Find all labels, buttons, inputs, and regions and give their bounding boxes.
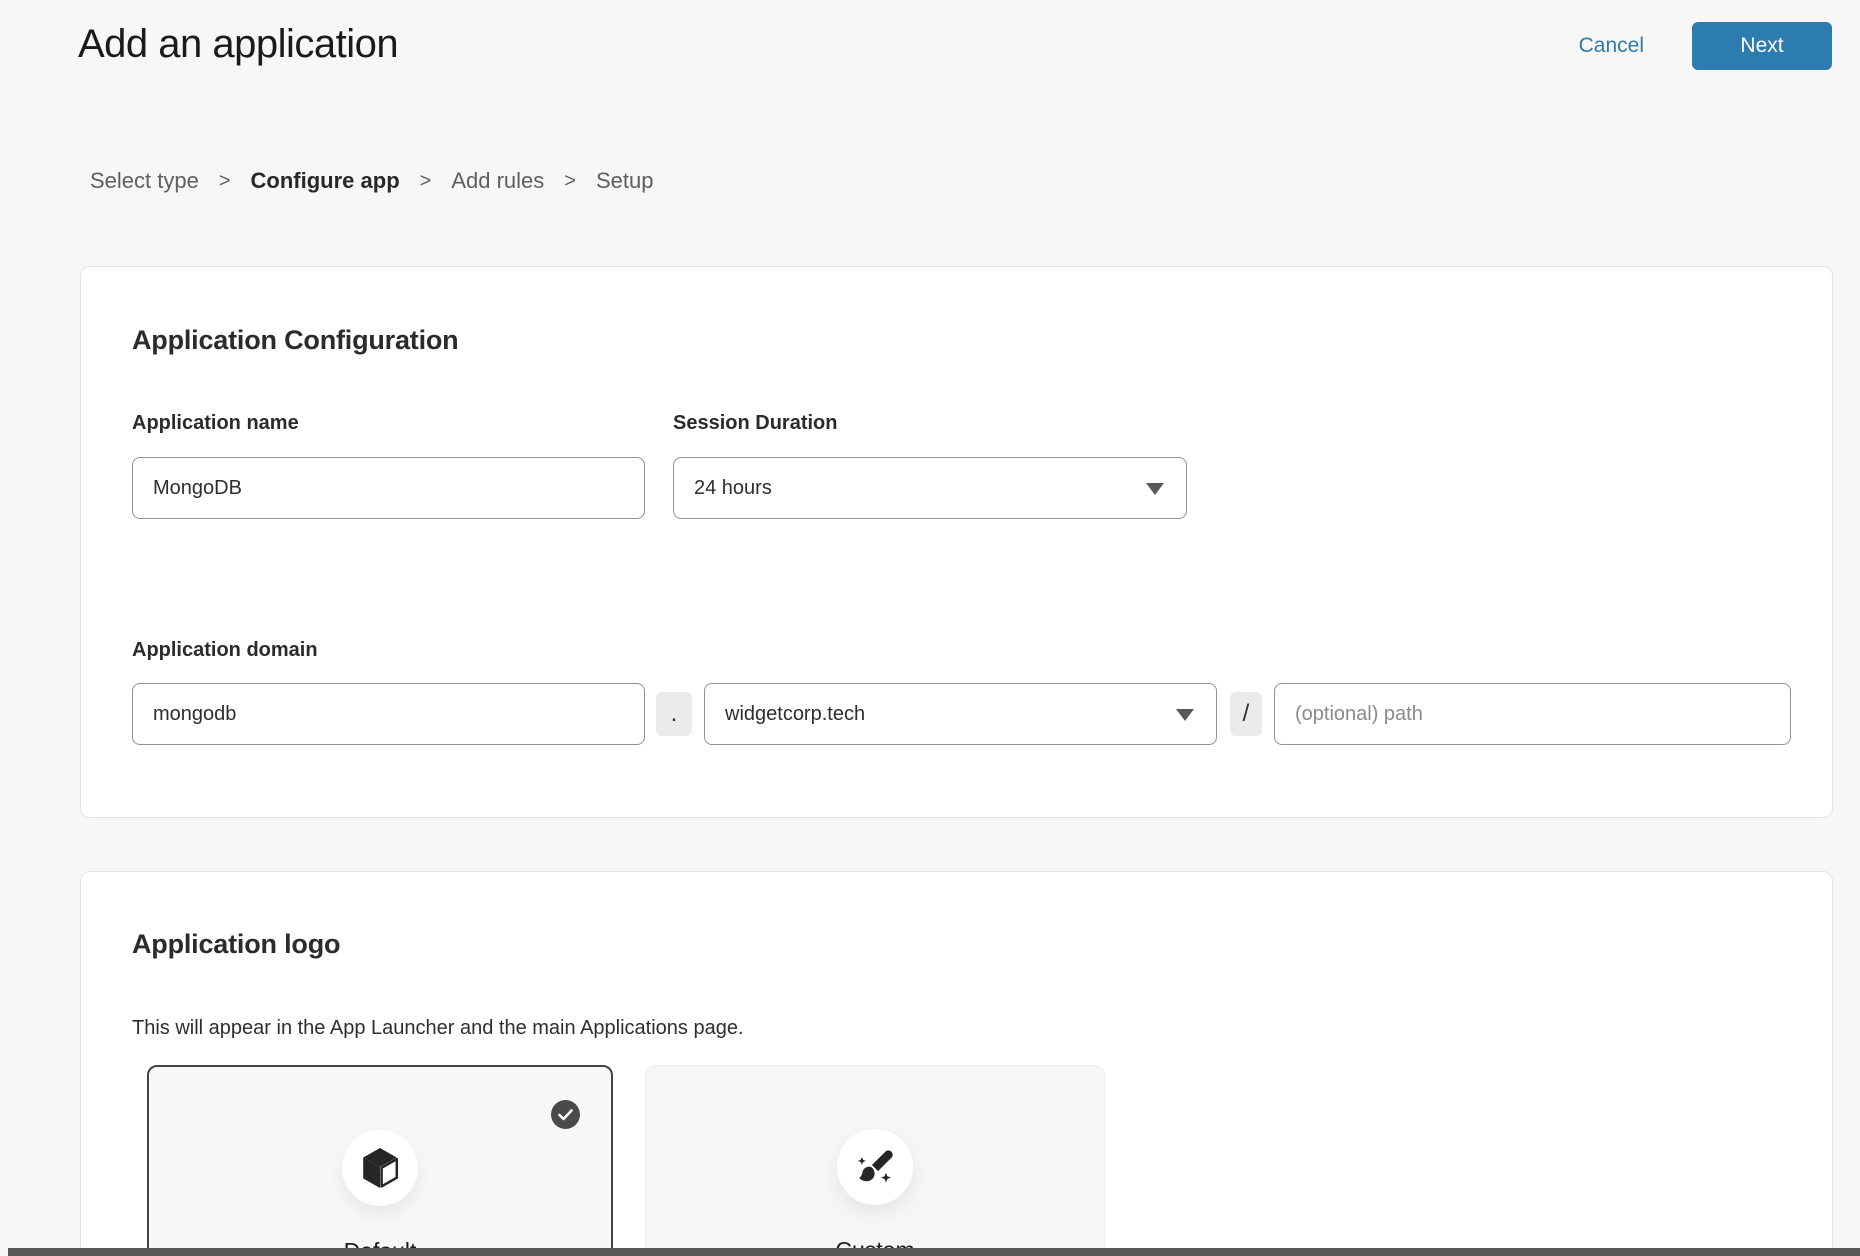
logo-card-description: This will appear in the App Launcher and… [132, 1017, 744, 1040]
dot-separator: . [656, 692, 692, 736]
cancel-button[interactable]: Cancel [1579, 34, 1644, 58]
logo-option-default[interactable]: Default [147, 1065, 613, 1256]
cube-icon [361, 1147, 399, 1189]
slash-separator: / [1230, 692, 1262, 736]
custom-logo-circle [837, 1129, 913, 1205]
page-title: Add an application [78, 22, 398, 67]
breadcrumb-step-add-rules[interactable]: Add rules [451, 168, 544, 194]
session-duration-value: 24 hours [694, 477, 772, 500]
paintbrush-icon [854, 1146, 896, 1188]
config-card-heading: Application Configuration [132, 325, 458, 356]
domain-select-value: widgetcorp.tech [725, 703, 865, 726]
session-duration-select[interactable]: 24 hours [673, 457, 1187, 519]
breadcrumb-step-select-type[interactable]: Select type [90, 168, 199, 194]
application-name-input[interactable] [132, 457, 645, 519]
session-duration-label: Session Duration [673, 412, 837, 435]
logo-option-custom[interactable]: Custom [645, 1065, 1105, 1256]
application-configuration-card: Application Configuration Application na… [80, 266, 1833, 818]
header-actions: Cancel Next [1579, 22, 1832, 70]
horizontal-scrollbar[interactable] [8, 1248, 1860, 1256]
logo-card-heading: Application logo [132, 929, 340, 960]
default-logo-circle [342, 1130, 418, 1206]
next-button[interactable]: Next [1692, 22, 1832, 70]
application-name-label: Application name [132, 412, 299, 435]
chevron-down-icon [1146, 483, 1164, 495]
page: { "header": { "title": "Add an applicati… [0, 0, 1860, 1256]
breadcrumb-step-setup[interactable]: Setup [596, 168, 654, 194]
breadcrumb-separator: > [219, 170, 231, 193]
application-domain-label: Application domain [132, 639, 318, 662]
breadcrumb-separator: > [420, 170, 432, 193]
path-input[interactable] [1274, 683, 1791, 745]
subdomain-input[interactable] [132, 683, 645, 745]
domain-select[interactable]: widgetcorp.tech [704, 683, 1217, 745]
breadcrumb: Select type > Configure app > Add rules … [90, 168, 653, 194]
check-icon [551, 1100, 580, 1129]
breadcrumb-step-configure-app[interactable]: Configure app [251, 168, 400, 194]
chevron-down-icon [1176, 709, 1194, 721]
breadcrumb-separator: > [564, 170, 576, 193]
